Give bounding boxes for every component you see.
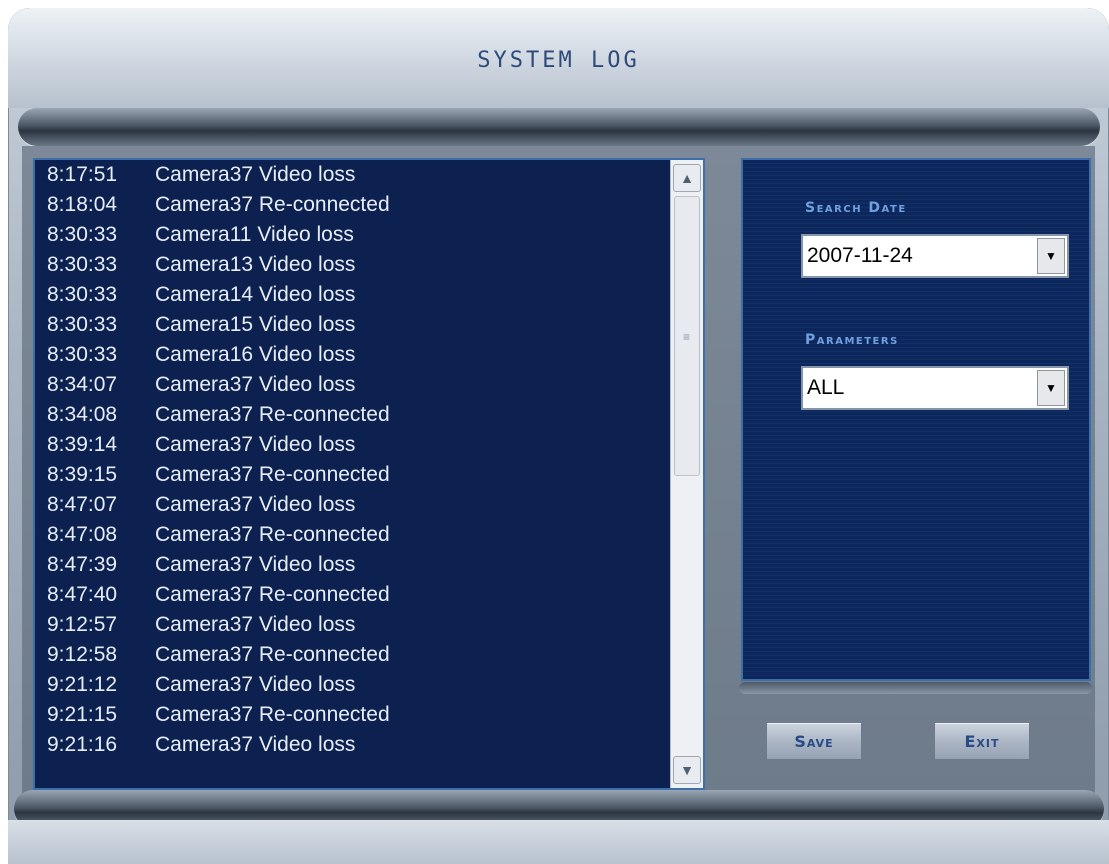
chevron-down-icon: ▼ [680,762,694,778]
log-entry-message: Camera13 Video loss [155,253,356,276]
log-entry-time: 8:47:07 [47,493,118,516]
log-entry-time: 8:18:04 [47,193,118,216]
save-button[interactable]: Save [766,722,862,760]
header-rail [18,108,1100,146]
log-entry-time: 8:39:15 [47,463,118,486]
log-entry[interactable]: 8:39:15 Camera37 Re-connected [35,460,669,490]
log-entry-time: 8:17:51 [47,163,118,186]
log-entry-time: 9:21:16 [47,733,118,756]
window-footer [8,820,1109,864]
log-entry[interactable]: 8:47:40 Camera37 Re-connected [35,580,669,610]
parameters-label: Parameters [805,332,899,348]
log-entry[interactable]: 8:30:33 Camera11 Video loss [35,220,669,250]
log-entry-message: Camera37 Video loss [155,433,356,456]
log-entry-message: Camera37 Video loss [155,613,356,636]
log-entry-time: 8:30:33 [47,223,118,246]
log-entry-time: 9:21:15 [47,703,118,726]
log-entry-message: Camera37 Video loss [155,163,356,186]
log-entry-message: Camera37 Re-connected [155,463,390,486]
log-entry-message: Camera37 Re-connected [155,643,390,666]
log-entry-message: Camera14 Video loss [155,283,356,306]
log-entry-message: Camera37 Re-connected [155,193,390,216]
log-entry[interactable]: 9:21:15 Camera37 Re-connected [35,700,669,730]
search-panel: Search Date 2007-11-24 ▼ Parameters ALL … [741,158,1091,681]
log-entry[interactable]: 8:47:07 Camera37 Video loss [35,490,669,520]
exit-button[interactable]: Exit [934,722,1030,760]
log-entry-time: 8:47:39 [47,553,118,576]
log-entry-message: Camera37 Re-connected [155,403,390,426]
log-entry[interactable]: 8:30:33 Camera14 Video loss [35,280,669,310]
log-entry[interactable]: 9:12:58 Camera37 Re-connected [35,640,669,670]
log-entry[interactable]: 8:30:33 Camera16 Video loss [35,340,669,370]
log-entry[interactable]: 8:34:07 Camera37 Video loss [35,370,669,400]
log-entry[interactable]: 9:21:12 Camera37 Video loss [35,670,669,700]
log-entry-time: 9:12:58 [47,643,118,666]
log-entry-time: 8:30:33 [47,283,118,306]
search-date-label: Search Date [805,200,907,216]
log-entry[interactable]: 8:30:33 Camera15 Video loss [35,310,669,340]
log-entry-time: 9:12:57 [47,613,118,636]
log-entry[interactable]: 8:18:04 Camera37 Re-connected [35,190,669,220]
log-entry-message: Camera37 Re-connected [155,523,390,546]
parameters-select[interactable]: ALL ▼ [801,366,1069,410]
log-list[interactable]: 8:17:51 Camera37 Video loss 8:18:04 Camera3… [35,160,669,788]
dropdown-arrow-icon[interactable]: ▼ [1037,370,1065,406]
log-entry-time: 8:34:08 [47,403,118,426]
log-entry-time: 8:30:33 [47,343,118,366]
scroll-thumb[interactable]: ≡ [674,196,700,476]
log-entry-message: Camera11 Video loss [155,223,354,246]
title-bar: SYSTEM LOG [8,8,1109,108]
log-entry[interactable]: 8:47:39 Camera37 Video loss [35,550,669,580]
scroll-up-button[interactable]: ▲ [673,164,701,192]
window-title: SYSTEM LOG [477,48,640,73]
log-entry-message: Camera37 Re-connected [155,583,390,606]
panel-divider [739,682,1092,694]
log-entry[interactable]: 8:47:08 Camera37 Re-connected [35,520,669,550]
log-entry-time: 8:47:40 [47,583,118,606]
log-scrollbar[interactable]: ▲ ≡ ▼ [670,160,703,788]
scroll-down-button[interactable]: ▼ [673,756,701,784]
log-entry-message: Camera37 Video loss [155,733,356,756]
log-entry-message: Camera37 Re-connected [155,703,390,726]
search-date-select[interactable]: 2007-11-24 ▼ [801,234,1069,278]
log-entry-message: Camera37 Video loss [155,373,356,396]
log-entry-message: Camera37 Video loss [155,673,356,696]
log-entry[interactable]: 9:12:57 Camera37 Video loss [35,610,669,640]
log-entry-time: 8:34:07 [47,373,118,396]
log-entry[interactable]: 8:17:51 Camera37 Video loss [35,160,669,190]
grip-icon: ≡ [683,330,691,344]
log-entry[interactable]: 8:30:33 Camera13 Video loss [35,250,669,280]
chevron-up-icon: ▲ [680,170,694,186]
log-panel: 8:17:51 Camera37 Video loss 8:18:04 Camera3… [33,158,705,790]
log-entry-message: Camera37 Video loss [155,493,356,516]
log-entry-time: 9:21:12 [47,673,118,696]
log-entry-message: Camera16 Video loss [155,343,356,366]
search-date-value: 2007-11-24 [807,244,913,267]
log-entry-message: Camera15 Video loss [155,313,356,336]
log-entry-time: 8:30:33 [47,253,118,276]
log-entry-message: Camera37 Video loss [155,553,356,576]
log-entry[interactable]: 8:39:14 Camera37 Video loss [35,430,669,460]
log-entry-time: 8:47:08 [47,523,118,546]
dropdown-arrow-icon[interactable]: ▼ [1037,238,1065,274]
log-entry[interactable]: 9:21:16 Camera37 Video loss [35,730,669,760]
parameters-value: ALL [807,376,845,399]
log-entry[interactable]: 8:34:08 Camera37 Re-connected [35,400,669,430]
log-entry-time: 8:39:14 [47,433,118,456]
log-entry-time: 8:30:33 [47,313,118,336]
